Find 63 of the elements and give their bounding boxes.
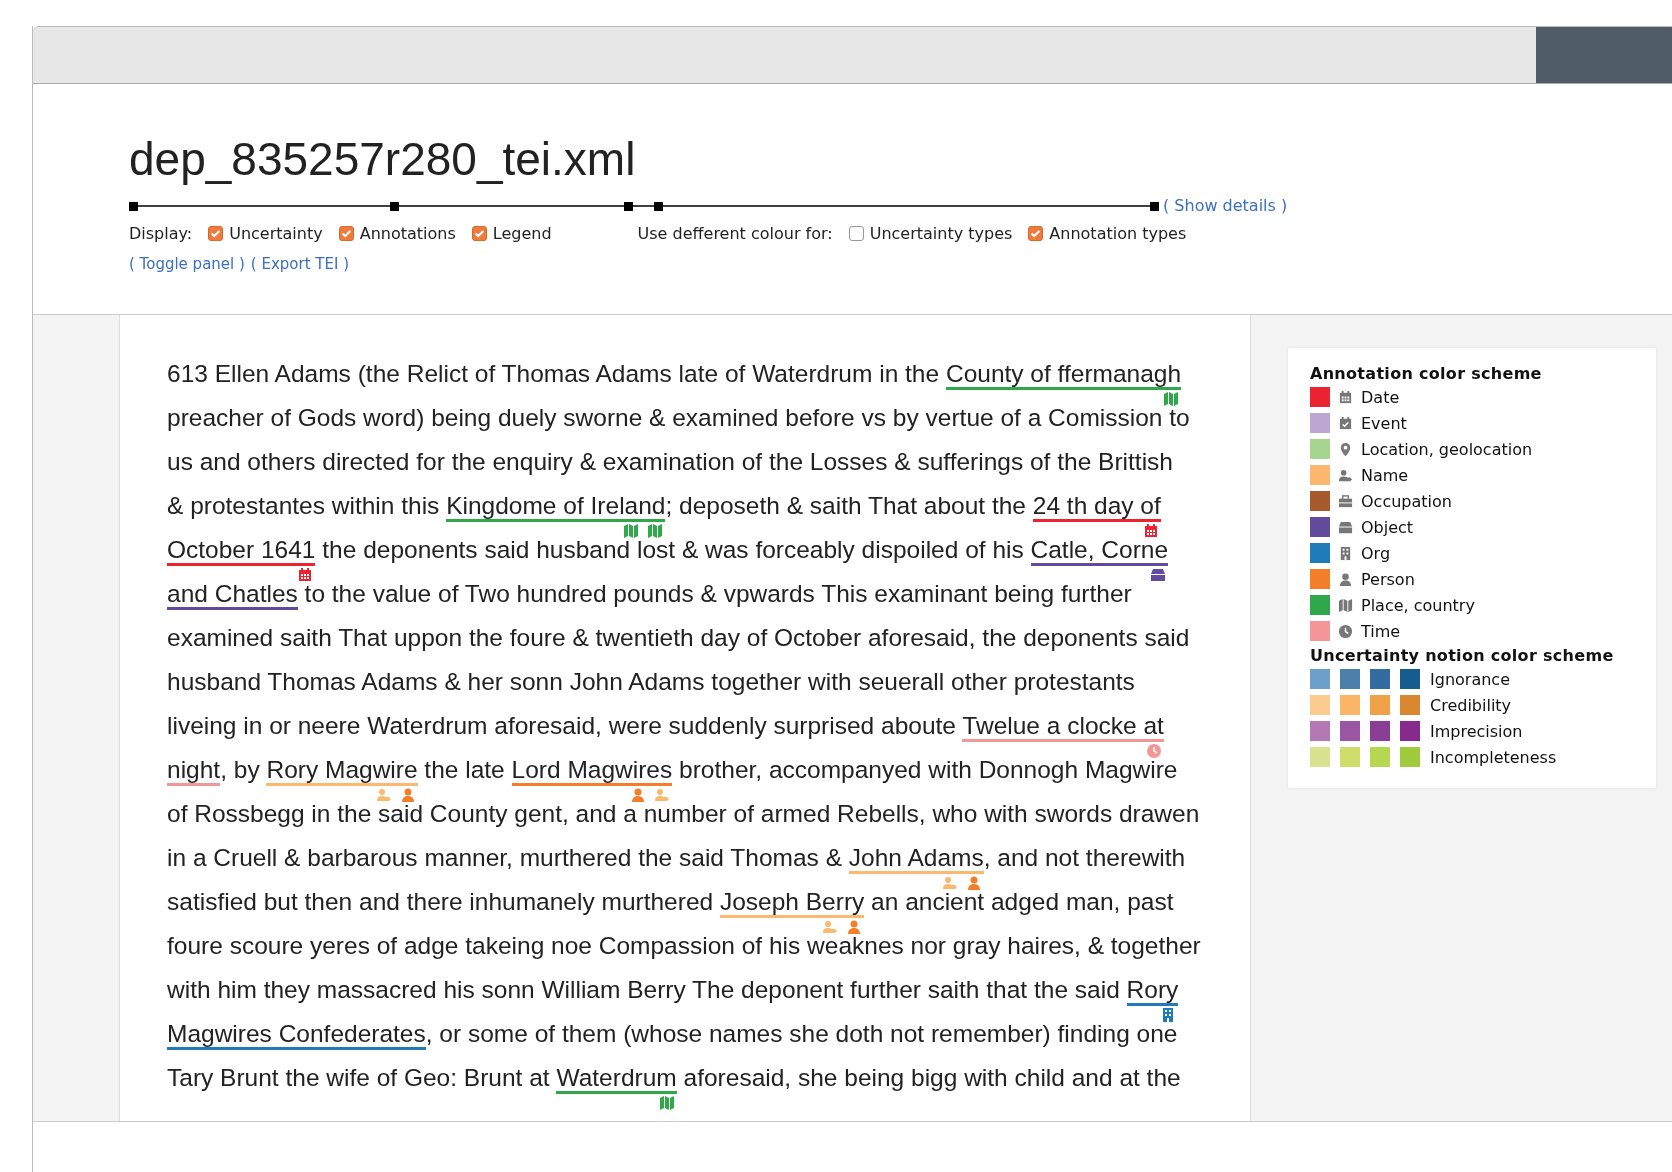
text-line: October 1641 the deponents said husband lost & was forceably dispoiled of his Catle, Corne xyxy=(167,536,1169,564)
colour-option[interactable]: Annotation types xyxy=(1028,224,1187,243)
text-line: husband Thomas Adams & her sonn John Adams together with seuerall other protestants xyxy=(167,668,1135,696)
panel-link[interactable]: ( Export TEI ) xyxy=(250,255,350,273)
text-line: 613 Ellen Adams (the Relict of Thomas Adams late of Waterdrum in the County of ffermanagh xyxy=(167,360,1182,388)
legend-label: Imprecision xyxy=(1430,721,1523,741)
check-icon xyxy=(209,227,223,240)
text-line: preacher of Gods word) being duely sworne & examined before vs by vertue of a Comission to xyxy=(167,404,1190,432)
text-line: examined saith That uppon the foure & twentieth day of October aforesaid, the deponents said xyxy=(167,624,1190,652)
text-line: foure scoure yeres of adge takeing noe Compassion of his weaknes nor gray haires, & together xyxy=(167,932,1201,960)
legend-label: Time xyxy=(1361,621,1401,641)
pin-icon xyxy=(1338,441,1353,457)
checkbox[interactable] xyxy=(338,226,354,241)
legend-label: Name xyxy=(1361,465,1409,485)
box-icon xyxy=(1338,519,1353,535)
show-details-link[interactable]: ( Show details ) xyxy=(1163,196,1288,215)
legend-label: Incompleteness xyxy=(1430,747,1557,767)
display-option[interactable]: Annotations xyxy=(338,224,456,243)
calendar-check-icon xyxy=(1338,415,1353,431)
legend-label: Occupation xyxy=(1361,491,1452,511)
person-icon xyxy=(1338,571,1353,587)
legend-label: Credibility xyxy=(1430,695,1512,715)
legend-label: Object xyxy=(1361,517,1414,537)
text-line: liveing in or neere Waterdrum aforesaid, were suddenly surprised aboute Twelue a clocke at xyxy=(167,712,1164,740)
briefcase-icon xyxy=(1338,493,1353,509)
text-line: satisfied but then and there inhumanely murthered Joseph Berry an ancient adged man, past xyxy=(167,888,1174,916)
legend-title: Annotation color scheme xyxy=(1310,364,1543,383)
text-line: with him they massacred his sonn William Berry The deponent further saith that the said Rory xyxy=(167,976,1179,1004)
building-icon xyxy=(1338,545,1353,561)
text-line: Tary Brunt the wife of Geo: Brunt at Waterdrum aforesaid, she being bigg with child and at the xyxy=(167,1064,1181,1092)
colour-option[interactable]: Uncertainty types xyxy=(848,224,1013,243)
clock-icon xyxy=(1338,623,1353,639)
text-line: us and others directed for the enquiry & examination of the Losses & sufferings of the Brittish xyxy=(167,448,1173,476)
text-line: night, by Rory Magwire the late Lord Magwires brother, accompanyed with Donnogh Magwire xyxy=(167,756,1178,784)
display-option[interactable]: Uncertainty xyxy=(208,224,323,243)
person-tag-icon xyxy=(1338,467,1353,483)
panel-link[interactable]: ( Toggle panel ) xyxy=(129,255,245,273)
check-icon xyxy=(1029,227,1043,240)
checkbox[interactable] xyxy=(848,226,864,241)
legend-label: Place, country xyxy=(1361,595,1475,615)
map-icon xyxy=(1338,597,1353,613)
colour-for-label: Use defferent colour for: xyxy=(637,224,833,243)
check-icon xyxy=(472,227,486,240)
text-line: and Chatles to the value of Two hundred pounds & vpwards This examinant being further xyxy=(167,580,1132,608)
display-option[interactable]: Legend xyxy=(471,224,552,243)
text-line: & protestantes within this Kingdome of Ireland; deposeth & saith That about the 24 th day of xyxy=(167,492,1161,520)
legend-label: Person xyxy=(1361,569,1415,589)
legend-title: Uncertainty notion color scheme xyxy=(1310,646,1615,665)
checkbox[interactable] xyxy=(1028,226,1044,241)
document-title: dep_835257r280_tei.xml xyxy=(129,132,637,187)
legend-label: Event xyxy=(1361,413,1407,433)
legend-label: Org xyxy=(1361,543,1391,563)
calendar-icon xyxy=(1338,389,1353,405)
checkbox[interactable] xyxy=(471,226,487,241)
legend-label: Location, geolocation xyxy=(1361,439,1533,459)
text-line: Magwires Confederates, or some of them (whose names she doth not remember) finding one xyxy=(167,1020,1178,1048)
text-line: of Rossbegg in the said County gent, and a number of armed Rebells, who with swords drawen xyxy=(167,800,1200,828)
check-icon xyxy=(339,227,353,240)
legend-label: Ignorance xyxy=(1430,669,1510,689)
text-line: in a Cruell & barbarous manner, murthered the said Thomas & John Adams, and not therewith xyxy=(167,844,1186,872)
legend-label: Date xyxy=(1361,387,1400,407)
display-label: Display: xyxy=(129,224,193,243)
checkbox[interactable] xyxy=(208,226,224,241)
